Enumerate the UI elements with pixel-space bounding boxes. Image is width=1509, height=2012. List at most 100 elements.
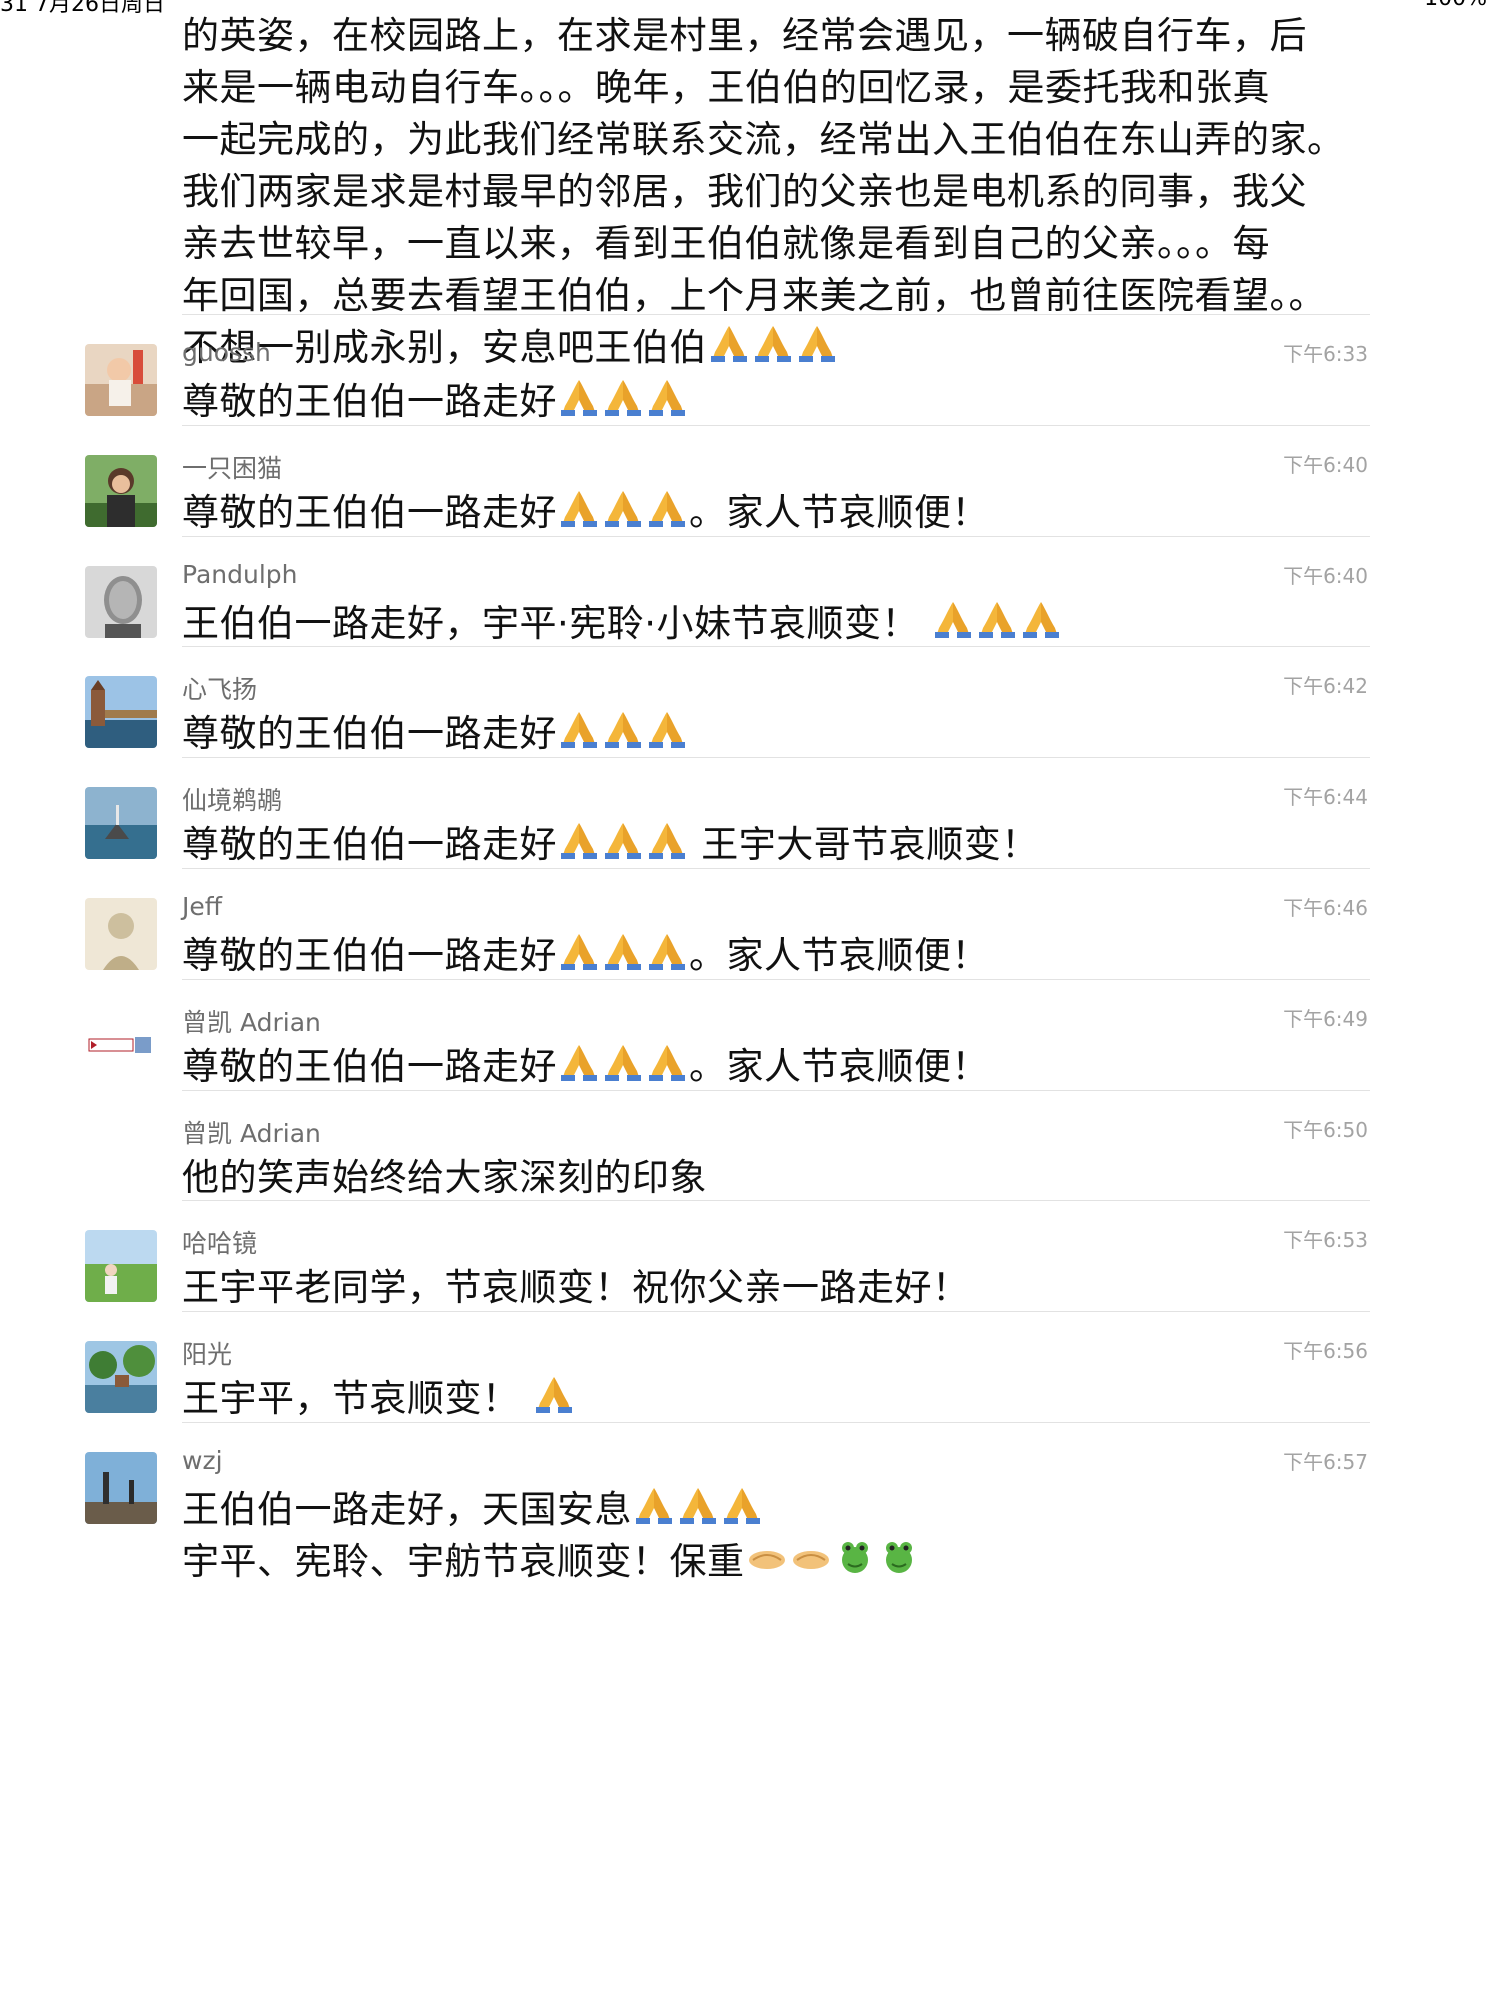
comment-text-body: 王伯伯一路走好，宇平·宪聆·小妹节哀顺变！ xyxy=(182,602,932,645)
lead-message-text: 一起完成的，为此我们经常联系交流，经常出入王伯伯在东山弄的家。 xyxy=(182,118,1345,161)
commenter-name[interactable]: 一只困猫 xyxy=(182,449,282,485)
comment-text-line: 尊敬的王伯伯一路走好 王宇大哥节哀顺变！ xyxy=(182,819,1039,871)
pray-emoji-icon xyxy=(645,708,689,752)
commenter-name[interactable]: 哈哈镜 xyxy=(182,1224,257,1260)
lead-message-line: 我们两家是求是村最早的邻居，我们的父亲也是电机系的同事，我父 xyxy=(182,166,1382,218)
commenter-name[interactable]: 曾凯 Adrian xyxy=(182,1114,321,1150)
comment-text-line: 王宇平老同学，节哀顺变！祝你父亲一路走好！ xyxy=(182,1262,970,1314)
comment-text-tail: 王宇大哥节哀顺变！ xyxy=(689,823,1039,866)
comment-text-line: 王伯伯一路走好，天国安息 xyxy=(182,1484,921,1536)
photo-sea-avatar[interactable] xyxy=(85,787,157,859)
commenter-name[interactable]: 仙境鹈鹕 xyxy=(182,781,282,817)
comment-text-body: 他的笑声始终给大家深刻的印象 xyxy=(182,1156,707,1199)
photo-woman-avatar[interactable] xyxy=(85,455,157,527)
comment-text-line: 尊敬的王伯伯一路走好 xyxy=(182,376,689,428)
pray-emoji-icon xyxy=(557,487,601,531)
comment-text-body: 尊敬的王伯伯一路走好 xyxy=(182,712,557,755)
pray-emoji-icon xyxy=(601,930,645,974)
pray-emoji-icon xyxy=(601,487,645,531)
lead-message-text: 来是一辆电动自行车。。。晚年，王伯伯的回忆录，是委托我和张真 xyxy=(182,66,1270,109)
status-time-date: 31 7月26日周日 xyxy=(0,0,165,17)
comment-timestamp: 下午6:53 xyxy=(1283,1228,1368,1252)
comment-text-body: 尊敬的王伯伯一路走好 xyxy=(182,934,557,977)
design-logo-avatar[interactable] xyxy=(85,1009,157,1081)
handshake-emoji-icon xyxy=(745,1536,789,1580)
comment-text-body: 宇平、宪聆、宇舫节哀顺变！保重 xyxy=(182,1540,745,1583)
lead-message-line: 的英姿，在校园路上，在求是村里，经常会遇见，一辆破自行车，后 xyxy=(182,10,1382,62)
pray-emoji-icon xyxy=(557,930,601,974)
comment-item: wzj 下午6:57 王伯伯一路走好，天国安息宇平、宪聆、宇舫节哀顺变！保重 xyxy=(0,1422,1509,1583)
lead-message-line: 一起完成的，为此我们经常联系交流，经常出入王伯伯在东山弄的家。 xyxy=(182,114,1382,166)
pray-emoji-icon xyxy=(557,1041,601,1085)
comment-text-tail: 。家人节哀顺便！ xyxy=(689,934,989,977)
pray-emoji-icon xyxy=(931,598,975,642)
photo-bridge-avatar[interactable] xyxy=(85,676,157,748)
pray-emoji-icon xyxy=(557,376,601,420)
pray-emoji-icon xyxy=(645,930,689,974)
comment-timestamp: 下午6:40 xyxy=(1283,564,1368,588)
pray-emoji-icon xyxy=(676,1484,720,1528)
frog-emoji-icon xyxy=(877,1536,921,1580)
commenter-name[interactable]: Pandulph xyxy=(182,560,298,589)
comment-text-tail: 。家人节哀顺便！ xyxy=(689,1045,989,1088)
photo-meadow-avatar[interactable] xyxy=(85,1230,157,1302)
comment-text-line: 尊敬的王伯伯一路走好 。家人节哀顺便！ xyxy=(182,487,989,539)
comment-text-tail: 。家人节哀顺便！ xyxy=(689,491,989,534)
comment-text: 他的笑声始终给大家深刻的印象 xyxy=(182,1152,707,1204)
comment-timestamp: 下午6:40 xyxy=(1283,453,1368,477)
commenter-name[interactable]: 心飞扬 xyxy=(182,670,257,706)
lead-message-text: 我们两家是求是村最早的邻居，我们的父亲也是电机系的同事，我父 xyxy=(182,170,1307,213)
comment-timestamp: 下午6:49 xyxy=(1283,1007,1368,1031)
comment-text: 尊敬的王伯伯一路走好 王宇大哥节哀顺变！ xyxy=(182,819,1039,871)
photo-statue-avatar[interactable] xyxy=(85,1452,157,1524)
comment-text: 王伯伯一路走好，宇平·宪聆·小妹节哀顺变！ xyxy=(182,598,1063,650)
comment-text: 王宇平老同学，节哀顺变！祝你父亲一路走好！ xyxy=(182,1262,970,1314)
comment-timestamp: 下午6:44 xyxy=(1283,785,1368,809)
comment-text-line: 尊敬的王伯伯一路走好 xyxy=(182,708,689,760)
handshake-emoji-icon xyxy=(789,1536,833,1580)
lead-message-text: 亲去世较早，一直以来，看到王伯伯就像是看到自己的父亲。。。每 xyxy=(182,222,1270,265)
battery-level: 100% xyxy=(1424,0,1487,11)
comment-text: 王宇平，节哀顺变！ xyxy=(182,1373,576,1425)
lead-message-text: 的英姿，在校园路上，在求是村里，经常会遇见，一辆破自行车，后 xyxy=(182,14,1307,57)
frog-emoji-icon xyxy=(833,1536,877,1580)
commenter-name[interactable]: 阳光 xyxy=(182,1335,232,1371)
lead-message-line: 亲去世较早，一直以来，看到王伯伯就像是看到自己的父亲。。。每 xyxy=(182,218,1382,270)
comment-timestamp: 下午6:33 xyxy=(1283,342,1368,366)
commenter-name[interactable]: wzj xyxy=(182,1446,223,1475)
photo-child-avatar[interactable] xyxy=(85,344,157,416)
comment-text-body: 王伯伯一路走好，天国安息 xyxy=(182,1488,632,1531)
pray-emoji-icon xyxy=(601,1041,645,1085)
comment-text-line: 王宇平，节哀顺变！ xyxy=(182,1373,576,1425)
comment-text: 王伯伯一路走好，天国安息宇平、宪聆、宇舫节哀顺变！保重 xyxy=(182,1484,921,1588)
comment-text-body: 尊敬的王伯伯一路走好 xyxy=(182,380,557,423)
pray-emoji-icon xyxy=(557,819,601,863)
commenter-name[interactable]: Jeff xyxy=(182,892,222,921)
photo-sketch-avatar[interactable] xyxy=(85,898,157,970)
comment-text-line: 宇平、宪聆、宇舫节哀顺变！保重 xyxy=(182,1536,921,1588)
photo-portrait-avatar[interactable] xyxy=(85,566,157,638)
pray-emoji-icon xyxy=(601,819,645,863)
commenter-name[interactable]: 曾凯 Adrian xyxy=(182,1003,321,1039)
comment-timestamp: 下午6:57 xyxy=(1283,1450,1368,1474)
comment-text-line: 他的笑声始终给大家深刻的印象 xyxy=(182,1152,707,1204)
pray-emoji-icon xyxy=(645,819,689,863)
pray-emoji-icon xyxy=(601,708,645,752)
lead-message-line: 来是一辆电动自行车。。。晚年，王伯伯的回忆录，是委托我和张真 xyxy=(182,62,1382,114)
comment-text: 尊敬的王伯伯一路走好 xyxy=(182,708,689,760)
comment-timestamp: 下午6:42 xyxy=(1283,674,1368,698)
pray-emoji-icon xyxy=(532,1373,576,1417)
pray-emoji-icon xyxy=(645,376,689,420)
commenter-name[interactable]: guossh xyxy=(182,338,271,367)
comment-text: 尊敬的王伯伯一路走好 。家人节哀顺便！ xyxy=(182,487,989,539)
comment-text-body: 王宇平老同学，节哀顺变！祝你父亲一路走好！ xyxy=(182,1266,970,1309)
pray-emoji-icon xyxy=(601,376,645,420)
comment-text-body: 王宇平，节哀顺变！ xyxy=(182,1377,532,1420)
photo-garden-avatar[interactable] xyxy=(85,1341,157,1413)
pray-emoji-icon xyxy=(557,708,601,752)
comment-text-body: 尊敬的王伯伯一路走好 xyxy=(182,823,557,866)
comment-text-line: 王伯伯一路走好，宇平·宪聆·小妹节哀顺变！ xyxy=(182,598,1063,650)
pray-emoji-icon xyxy=(645,1041,689,1085)
comment-timestamp: 下午6:56 xyxy=(1283,1339,1368,1363)
comment-text-body: 尊敬的王伯伯一路走好 xyxy=(182,491,557,534)
